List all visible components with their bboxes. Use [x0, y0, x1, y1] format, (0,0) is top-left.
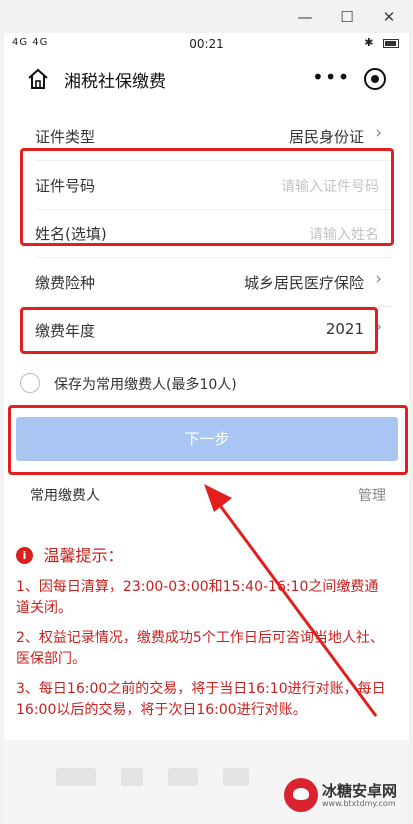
tips-section: i 温馨提示： 1、因每日清算，23:00-03:00和15:40-16:10之… [16, 545, 386, 730]
status-time: 00:21 [189, 37, 224, 51]
info-icon: i [16, 547, 33, 564]
status-icons: ✱ [364, 36, 399, 49]
insurance-type-value: 城乡居民医疗保险 [243, 274, 364, 292]
nav-bar: 湘税社保缴费 ••• [4, 55, 409, 103]
bluetooth-icon: ✱ [364, 36, 374, 49]
id-type-label: 证件类型 [35, 128, 96, 146]
favorites-header: 常用缴费人 管理 [30, 485, 386, 509]
tip-item: 1、因每日清算，23:00-03:00和15:40-16:10之间缴费通道关闭。 [16, 579, 379, 616]
highlight-box-year [20, 307, 378, 354]
target-icon[interactable] [364, 68, 386, 90]
chevron-right-icon: › [375, 269, 382, 289]
home-icon[interactable] [26, 68, 50, 90]
status-bar: 4G 4G 00:21 ✱ [4, 33, 409, 55]
save-payer-checkbox[interactable]: 保存为常用缴费人(最多10人) [20, 370, 392, 400]
tips-title: 温馨提示： [43, 546, 124, 565]
maximize-icon[interactable]: ☐ [336, 6, 358, 28]
favorites-title: 常用缴费人 [30, 488, 100, 504]
tip-item: 2、权益记录情况，缴费成功5个工作日后可咨询当地人社、医保部门。 [16, 630, 384, 667]
watermark: 冰糖安卓网 www.btxtdmy.com [284, 776, 404, 816]
tips-header: i 温馨提示： [16, 545, 386, 569]
manage-link[interactable]: 管理 [358, 485, 386, 505]
blur-block [223, 768, 250, 786]
next-button[interactable]: 下一步 [16, 417, 398, 461]
save-payer-label: 保存为常用缴费人(最多10人) [54, 377, 237, 393]
blur-block [168, 768, 199, 786]
tip-item: 3、每日16:00之前的交易，将于当日16:10进行对账，每日16:00以后的交… [16, 681, 386, 718]
blur-block [121, 768, 144, 786]
phone-screen: 4G 4G 00:21 ✱ 湘税社保缴费 ••• 证件类型 居民身份证 › 证件… [4, 33, 409, 824]
bottom-blurred-area: 冰糖安卓网 www.btxtdmy.com [4, 740, 409, 824]
more-icon[interactable]: ••• [312, 67, 349, 88]
battery-icon [383, 38, 399, 48]
insurance-type-label: 缴费险种 [35, 274, 96, 292]
watermark-logo-icon [284, 778, 318, 812]
insurance-type-row[interactable]: 缴费险种 城乡居民医疗保险 › [20, 258, 392, 306]
radio-circle[interactable] [20, 373, 40, 393]
close-icon[interactable]: ✕ [378, 6, 400, 28]
chevron-right-icon: › [375, 123, 382, 143]
watermark-text: 冰糖安卓网 [322, 782, 398, 800]
page-title: 湘税社保缴费 [64, 72, 166, 92]
blur-block [56, 768, 96, 786]
minimize-icon[interactable]: — [294, 6, 316, 28]
id-type-value: 居民身份证 [288, 128, 364, 146]
blurred-content [56, 768, 269, 790]
window-title-bar: — ☐ ✕ [0, 0, 413, 33]
highlight-box-id-name [20, 148, 394, 246]
watermark-url: www.btxtdmy.com [322, 799, 396, 808]
